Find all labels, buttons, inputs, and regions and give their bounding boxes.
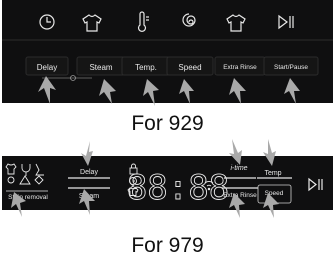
arrow-i-time bbox=[229, 139, 242, 165]
speed-label: Speed bbox=[178, 63, 201, 72]
spiral-icon[interactable] bbox=[182, 13, 196, 27]
arrow-extra-rinse bbox=[229, 78, 246, 104]
arrow-temp-979 bbox=[263, 139, 276, 166]
arrow-start-pause bbox=[284, 78, 300, 104]
clock-icon[interactable] bbox=[39, 14, 55, 30]
i-time-label: i-time bbox=[230, 165, 247, 172]
temp-label: Temp. bbox=[135, 63, 157, 72]
caption-979: For 979 bbox=[131, 234, 204, 257]
play-pause-979-icon[interactable] bbox=[308, 177, 323, 192]
arrow-speed bbox=[179, 79, 194, 104]
delay-label: Delay bbox=[37, 63, 57, 72]
extra-rinse-979-label: Extra Rinse bbox=[223, 192, 257, 199]
steam-label: Steam bbox=[89, 63, 112, 72]
delay-979-label: Delay bbox=[80, 169, 98, 176]
thermometer-icon[interactable] bbox=[137, 11, 150, 32]
stain-icons bbox=[5, 163, 44, 185]
arrow-steam bbox=[99, 79, 116, 104]
temp-979-label: Temp bbox=[264, 170, 281, 177]
caption-929: For 929 bbox=[131, 112, 204, 135]
play-pause-icon[interactable] bbox=[278, 14, 294, 30]
start-pause-label: Start/Pause bbox=[274, 64, 308, 71]
arrow-temp bbox=[143, 79, 159, 106]
arrow-delay bbox=[38, 76, 56, 104]
arrow-delay-979 bbox=[81, 141, 93, 166]
shirt-icon[interactable] bbox=[82, 14, 102, 32]
arrows-929 bbox=[38, 76, 300, 106]
extra-rinse-label: Extra Rinse bbox=[223, 64, 257, 71]
shirt-drops-icon[interactable] bbox=[226, 14, 246, 32]
digit-display: 88:88 bbox=[127, 168, 229, 208]
buttons-929: Delay Steam Temp. Speed Extra Rinse Star… bbox=[25, 56, 319, 81]
